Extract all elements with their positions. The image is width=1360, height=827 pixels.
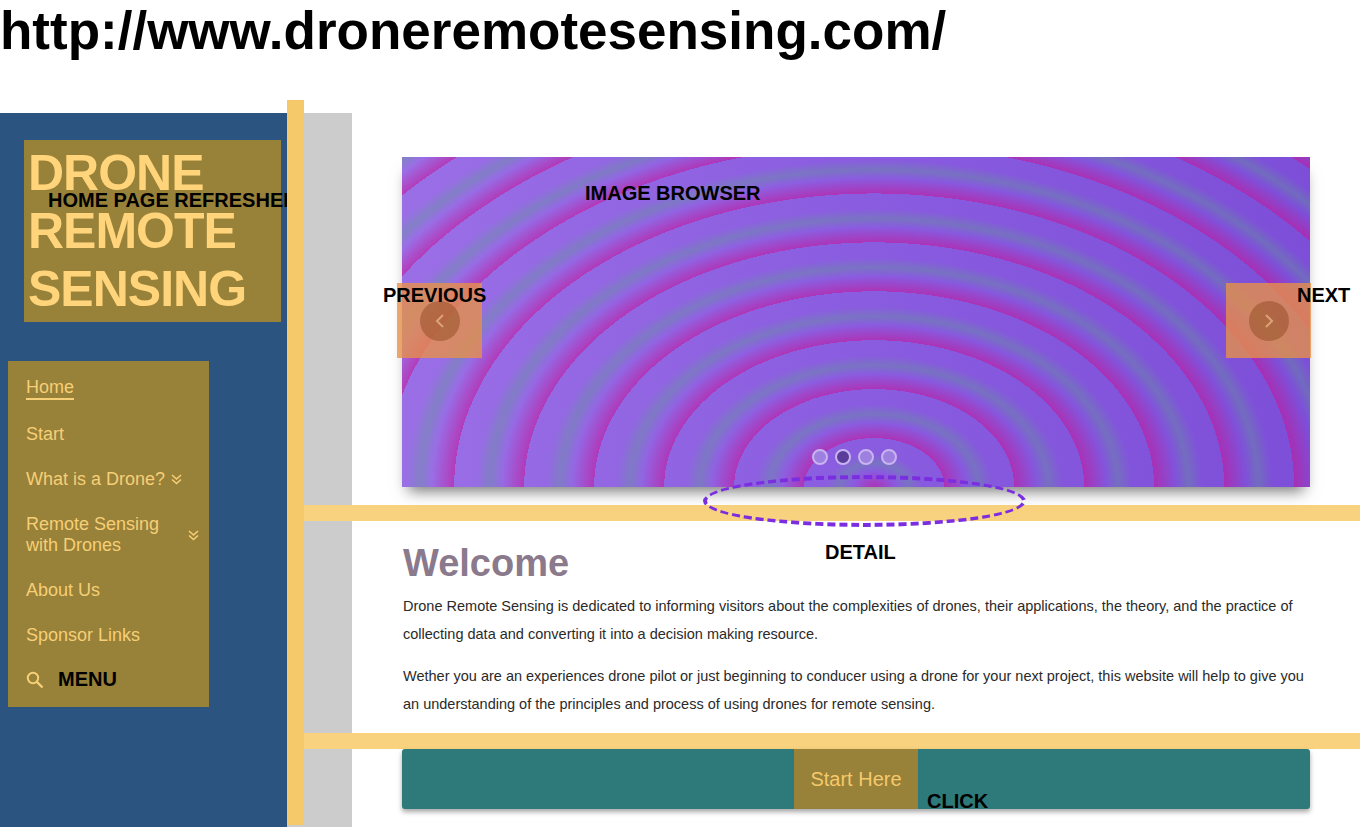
section-divider — [304, 505, 1360, 521]
nav-label[interactable]: Remote Sensing with Drones — [26, 514, 182, 556]
nav-item[interactable]: About Us — [26, 568, 199, 613]
logo-text[interactable]: DRONE REMOTE SENSING — [28, 145, 246, 317]
chevron-down-icon — [188, 530, 199, 541]
next-button-circle[interactable] — [1249, 301, 1289, 341]
page: DRONE REMOTE SENSINGHOME PAGE REFRESHERH… — [0, 113, 1360, 827]
annotation-label: DETAIL — [825, 540, 896, 564]
annotation-label: CLICK — [927, 789, 988, 813]
sidebar: DRONE REMOTE SENSINGHOME PAGE REFRESHER H… — [0, 113, 287, 827]
annotation-label: HOME PAGE REFRESHER — [48, 188, 298, 212]
start-here-bar[interactable]: Start HereCLICK — [402, 749, 1310, 809]
section-divider — [304, 733, 1360, 749]
annotation-label: IMAGE BROWSER — [585, 181, 761, 205]
nav-item[interactable]: Remote Sensing with Drones — [26, 502, 199, 568]
spacer — [402, 487, 1310, 505]
image-carousel[interactable]: IMAGE BROWSERPREVIOUSNEXTDETAIL — [402, 157, 1310, 487]
nav-item[interactable]: What is a Drone? — [26, 457, 199, 502]
chevron-down-icon — [171, 474, 182, 485]
page-url: http://www.droneremotesensing.com/ — [0, 0, 1360, 113]
carousel-dot[interactable] — [858, 449, 874, 465]
start-here-button[interactable]: Start Here — [794, 749, 917, 809]
welcome-paragraph: Wether you are an experiences drone pilo… — [403, 662, 1310, 718]
carousel-dots — [812, 449, 897, 465]
chevron-left-icon — [432, 312, 448, 330]
previous-button-circle[interactable] — [420, 301, 460, 341]
nav-label[interactable]: About Us — [26, 580, 100, 601]
nav-label[interactable]: Sponsor Links — [26, 625, 140, 646]
nav-label[interactable]: Start — [26, 424, 64, 445]
annotation-label: MENU — [58, 668, 117, 691]
nav-item[interactable]: Start — [26, 412, 199, 457]
carousel-dot[interactable] — [835, 449, 851, 465]
carousel-dot[interactable] — [812, 449, 828, 465]
carousel-dot[interactable] — [881, 449, 897, 465]
layout-divider — [287, 100, 304, 825]
nav-item[interactable]: Sponsor Links — [26, 613, 199, 658]
chevron-right-icon — [1261, 312, 1277, 330]
annotation-label: PREVIOUS — [383, 283, 486, 307]
detail-highlight — [703, 475, 1026, 527]
nav-menu: Home Start What is a Drone? Remote Sensing … — [8, 361, 209, 707]
welcome-paragraph: Drone Remote Sensing is dedicated to inf… — [403, 592, 1310, 648]
nav-label[interactable]: Home — [26, 377, 74, 400]
nav-search[interactable]: MENU — [26, 658, 199, 699]
site-logo[interactable]: DRONE REMOTE SENSINGHOME PAGE REFRESHER — [24, 140, 281, 322]
search-icon — [26, 671, 44, 689]
nav-label[interactable]: What is a Drone? — [26, 469, 165, 490]
nav-item[interactable]: Home — [26, 365, 199, 412]
start-here-label[interactable]: Start Here — [810, 768, 901, 791]
main-content: IMAGE BROWSERPREVIOUSNEXTDETAILWelcomeDr… — [352, 113, 1360, 827]
annotation-label: NEXT — [1297, 283, 1350, 307]
